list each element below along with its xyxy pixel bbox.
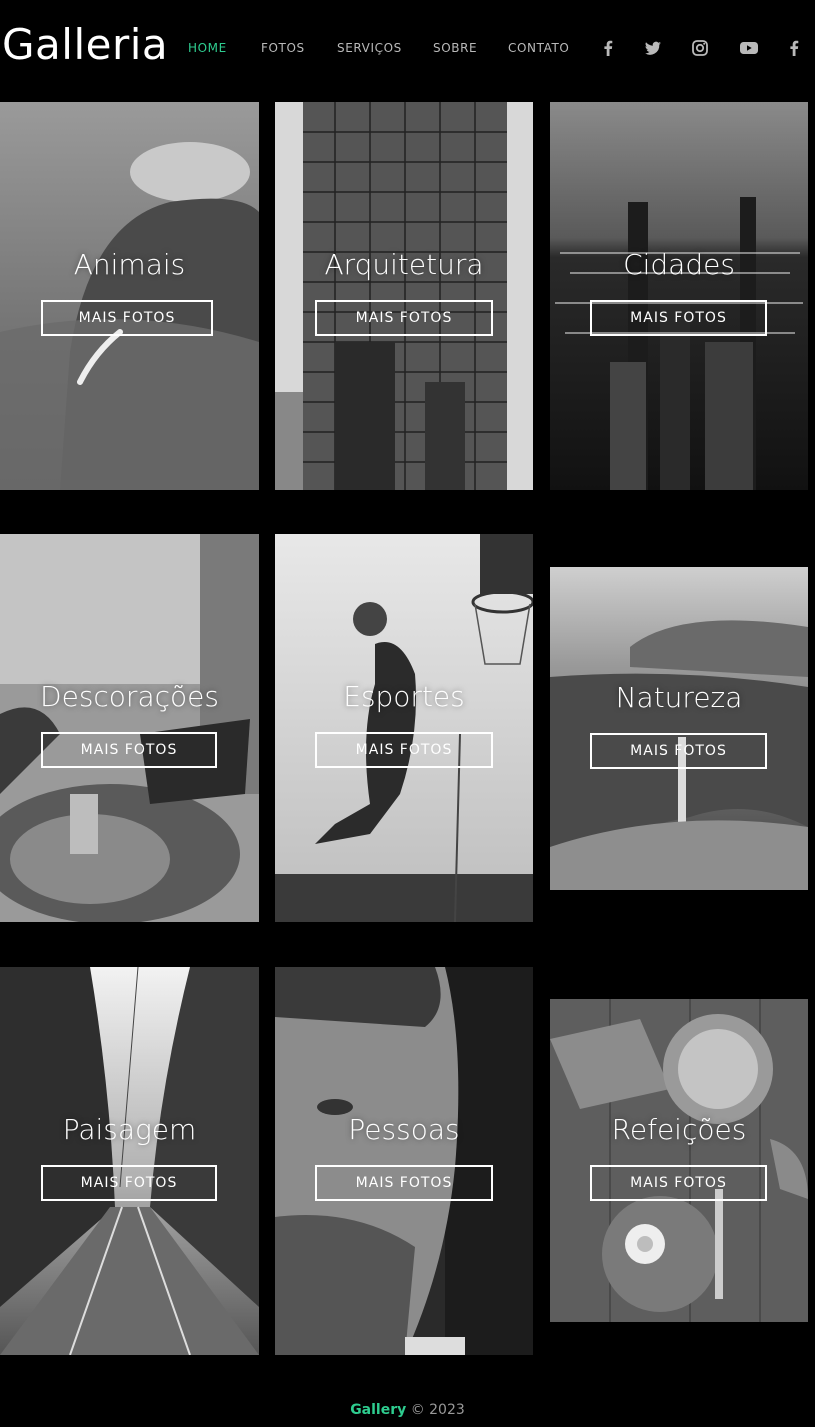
more-photos-button[interactable]: MAIS FOTOS xyxy=(315,1165,493,1201)
more-photos-button[interactable]: MAIS FOTOS xyxy=(590,300,767,336)
card-title: Paisagem xyxy=(62,1113,197,1146)
card-title: Esportes xyxy=(343,680,465,713)
gallery-card-paisagem[interactable]: Paisagem MAIS FOTOS xyxy=(0,967,259,1355)
gallery-card-cidades[interactable]: Cidades MAIS FOTOS xyxy=(550,102,808,490)
facebook-icon[interactable] xyxy=(784,38,808,58)
waterfall-cliff-photo xyxy=(550,567,808,890)
youtube-icon[interactable] xyxy=(738,38,762,58)
more-photos-button[interactable]: MAIS FOTOS xyxy=(590,1165,767,1201)
more-photos-button[interactable]: MAIS FOTOS xyxy=(315,300,493,336)
nav-contato[interactable]: CONTATO xyxy=(508,40,569,56)
nav-sobre[interactable]: SOBRE xyxy=(433,40,477,56)
more-photos-button[interactable]: MAIS FOTOS xyxy=(590,733,767,769)
gallery-card-esportes[interactable]: Esportes MAIS FOTOS xyxy=(275,534,533,922)
nav-servicos[interactable]: SERVIÇOS xyxy=(337,40,402,56)
card-title: Arquitetura xyxy=(324,248,484,281)
more-photos-button[interactable]: MAIS FOTOS xyxy=(41,300,213,336)
more-photos-button[interactable]: MAIS FOTOS xyxy=(41,732,217,768)
gallery-card-animais[interactable]: Animais MAIS FOTOS xyxy=(0,102,259,490)
gallery-card-decoracoes[interactable]: Descorações MAIS FOTOS xyxy=(0,534,259,922)
nav-home[interactable]: HOME xyxy=(188,40,227,56)
gallery-card-refeicoes[interactable]: Refeições MAIS FOTOS xyxy=(550,999,808,1322)
instagram-icon[interactable] xyxy=(690,38,714,58)
facebook-icon[interactable] xyxy=(598,38,622,58)
card-title: Refeições xyxy=(611,1113,747,1146)
site-footer: Gallery © 2023 xyxy=(0,1400,815,1420)
more-photos-button[interactable]: MAIS FOTOS xyxy=(41,1165,217,1201)
footer-brand[interactable]: Gallery xyxy=(350,1402,406,1418)
skyscraper-photo xyxy=(275,102,533,490)
card-title: Natureza xyxy=(615,681,743,714)
gallery-card-pessoas[interactable]: Pessoas MAIS FOTOS xyxy=(275,967,533,1355)
footer-copyright: © 2023 xyxy=(410,1402,465,1418)
gallery-card-natureza[interactable]: Natureza MAIS FOTOS xyxy=(550,567,808,890)
gallery-card-arquitetura[interactable]: Arquitetura MAIS FOTOS xyxy=(275,102,533,490)
basketball-photo xyxy=(275,534,533,922)
site-logo[interactable]: Galleria xyxy=(2,18,168,72)
card-title: Descorações xyxy=(40,680,219,713)
man-portrait-photo xyxy=(275,967,533,1355)
card-title: Pessoas xyxy=(348,1113,460,1146)
cafe-table-photo xyxy=(0,534,259,922)
city-night-photo xyxy=(550,102,808,490)
card-title: Cidades xyxy=(623,248,735,281)
card-title: Animais xyxy=(73,248,186,281)
elephant-photo xyxy=(0,102,259,490)
breakfast-table-photo xyxy=(550,999,808,1322)
more-photos-button[interactable]: MAIS FOTOS xyxy=(315,732,493,768)
twitter-icon[interactable] xyxy=(643,38,667,58)
site-header: Galleria HOME FOTOS SERVIÇOS SOBRE CONTA… xyxy=(0,0,815,96)
nav-fotos[interactable]: FOTOS xyxy=(261,40,305,56)
railway-forest-photo xyxy=(0,967,259,1355)
